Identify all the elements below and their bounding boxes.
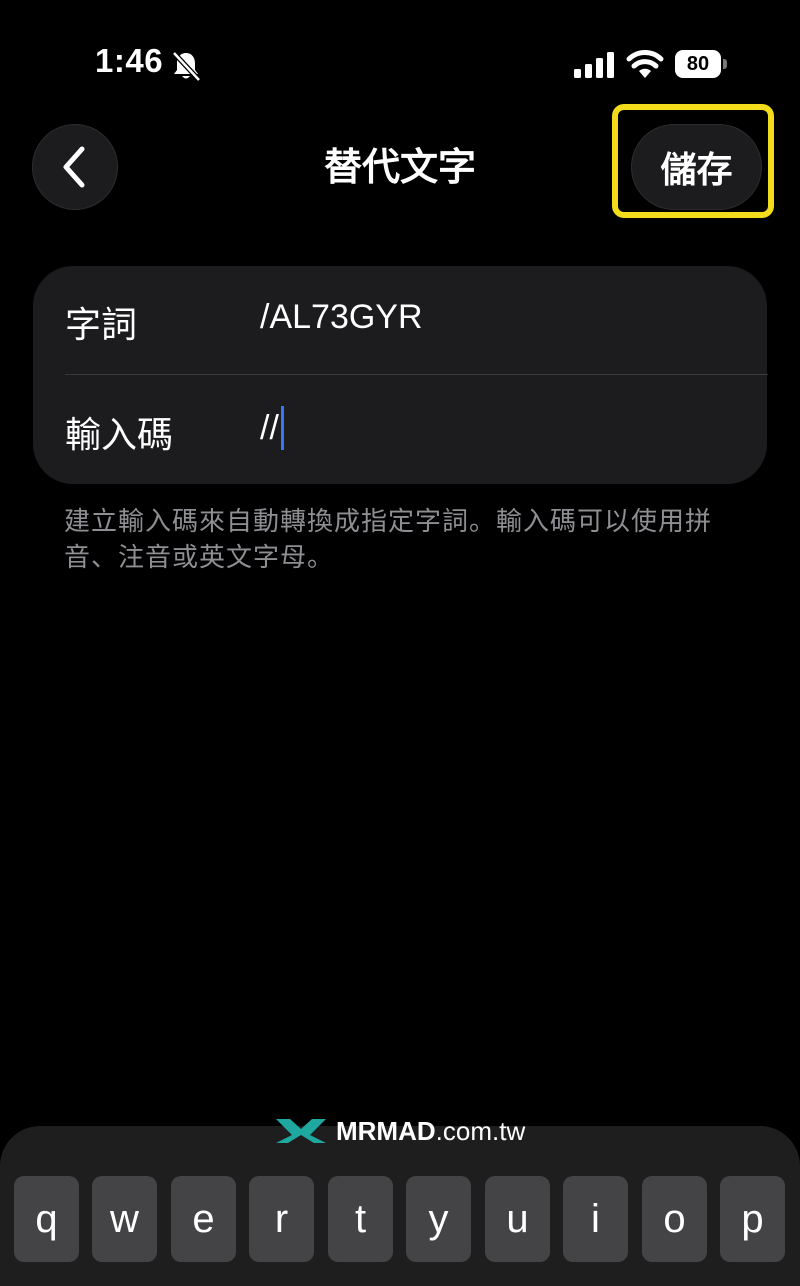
key-t[interactable]: t: [328, 1176, 393, 1262]
cellular-signal-icon: [574, 52, 614, 78]
phrase-field[interactable]: /AL73GYR: [260, 298, 423, 337]
battery-tip: [723, 59, 727, 69]
page-title: 替代文字: [323, 145, 476, 189]
key-p[interactable]: p: [720, 1176, 785, 1262]
shortcut-label: 輸入碼: [65, 415, 174, 456]
row-divider: [65, 374, 768, 375]
key-i[interactable]: i: [563, 1176, 628, 1262]
key-u[interactable]: u: [485, 1176, 550, 1262]
phrase-row[interactable]: 字詞 /AL73GYR: [33, 266, 768, 375]
helper-text: 建立輸入碼來自動轉換成指定字詞。輸入碼可以使用拼音、注音或英文字母。: [64, 507, 713, 573]
keyboard-row-1: q w e r t y u i o p: [14, 1176, 794, 1262]
chevron-left-icon: [63, 146, 85, 188]
key-e[interactable]: e: [171, 1176, 236, 1262]
status-bar: 1:46 80: [0, 0, 800, 120]
status-time: 1:46: [95, 42, 164, 79]
mrmad-logo-icon: [276, 1119, 326, 1143]
watermark-domain: .com.tw: [435, 1115, 526, 1146]
watermark: MRMAD.com.tw: [274, 1114, 525, 1148]
wifi-icon: [626, 50, 664, 78]
key-w[interactable]: w: [92, 1176, 157, 1262]
phrase-label: 字詞: [65, 305, 138, 346]
key-o[interactable]: o: [642, 1176, 707, 1262]
shortcut-row[interactable]: 輸入碼 //: [33, 376, 767, 484]
shortcut-value: //: [260, 408, 279, 447]
bell-slash-icon: [172, 51, 201, 82]
key-r[interactable]: r: [249, 1176, 314, 1262]
battery-level: 80: [675, 50, 721, 78]
key-y[interactable]: y: [406, 1176, 471, 1262]
back-button[interactable]: [32, 124, 118, 210]
watermark-text: MRMAD.com.tw: [336, 1116, 525, 1147]
watermark-brand: MRMAD: [336, 1115, 436, 1146]
shortcut-field[interactable]: //: [260, 406, 284, 452]
text-replacement-form: 字詞 /AL73GYR 輸入碼 //: [33, 266, 768, 484]
save-button[interactable]: 儲存: [631, 124, 762, 210]
battery-icon: 80: [675, 50, 727, 78]
text-cursor: [280, 406, 284, 450]
key-q[interactable]: q: [14, 1176, 79, 1262]
